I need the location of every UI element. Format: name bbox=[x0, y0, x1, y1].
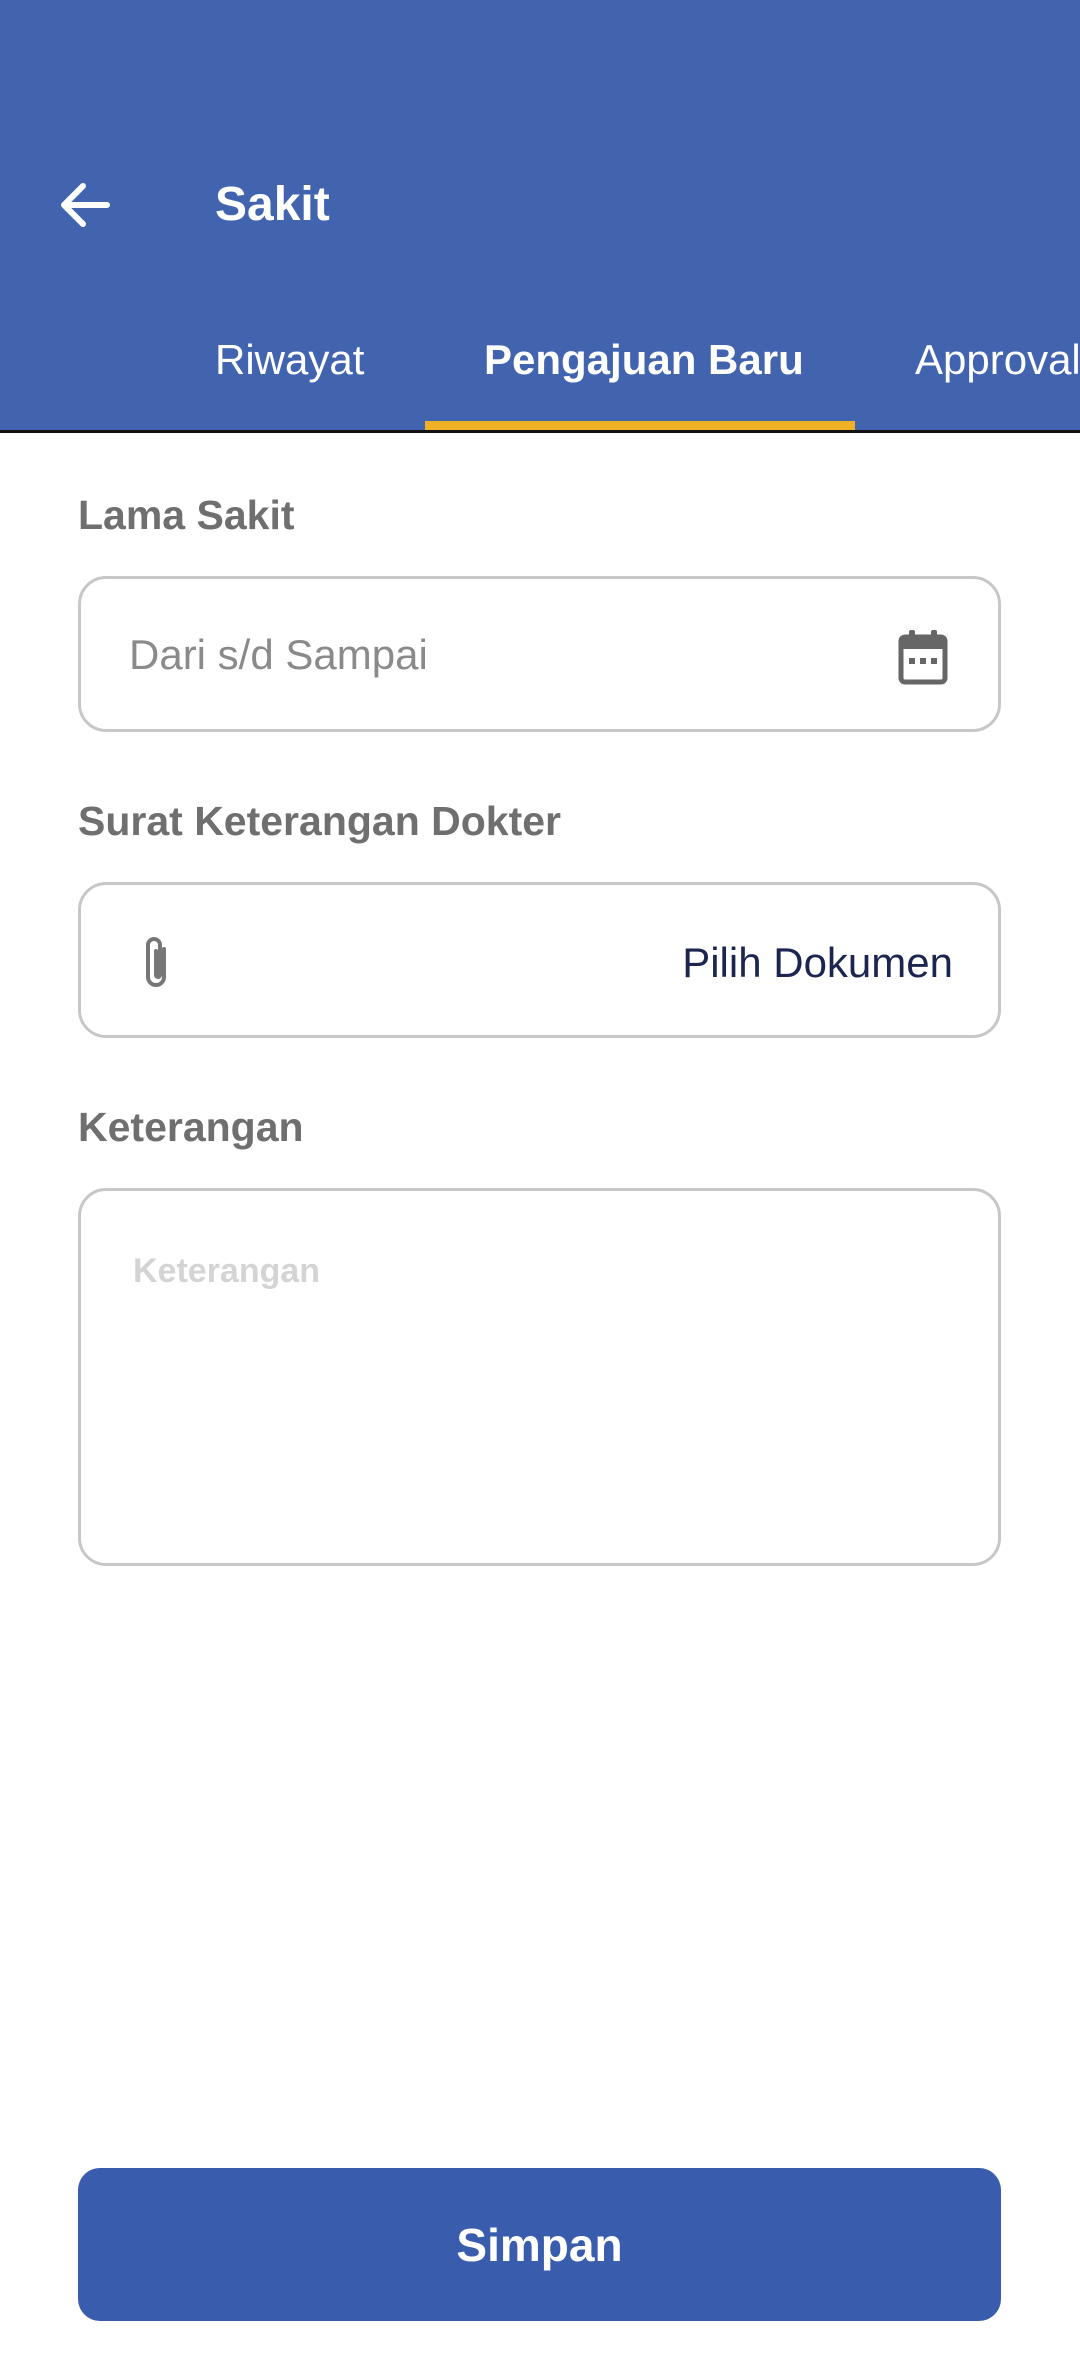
date-range-field[interactable]: Dari s/d Sampai bbox=[78, 576, 1001, 732]
keterangan-placeholder: Keterangan bbox=[133, 1252, 321, 1290]
tab-pengajuan-baru[interactable]: Pengajuan Baru bbox=[484, 320, 804, 430]
calendar-icon[interactable] bbox=[898, 629, 948, 685]
page-title: Sakit bbox=[215, 178, 330, 231]
document-picker-field[interactable]: Pilih Dokumen bbox=[78, 882, 1001, 1038]
tab-bar: Riwayat Pengajuan Baru Approval bbox=[0, 320, 1080, 430]
back-button[interactable] bbox=[50, 170, 120, 240]
tab-approval[interactable]: Approval bbox=[915, 320, 1080, 430]
app-bar: Sakit Riwayat Pengajuan Baru Approval bbox=[0, 0, 1080, 430]
arrow-left-icon bbox=[61, 183, 110, 227]
lama-sakit-label: Lama Sakit bbox=[78, 492, 295, 538]
pick-document-button[interactable]: Pilih Dokumen bbox=[682, 933, 953, 993]
save-button[interactable]: Simpan bbox=[78, 2168, 1001, 2321]
keterangan-textarea[interactable]: Keterangan bbox=[78, 1188, 1001, 1566]
active-tab-indicator bbox=[425, 421, 855, 430]
keterangan-label: Keterangan bbox=[78, 1104, 304, 1150]
paperclip-icon bbox=[146, 937, 166, 987]
date-range-placeholder: Dari s/d Sampai bbox=[129, 631, 428, 678]
tab-riwayat[interactable]: Riwayat bbox=[215, 320, 364, 430]
screen: Sakit Riwayat Pengajuan Baru Approval La… bbox=[0, 0, 1080, 2374]
surat-dokter-label: Surat Keterangan Dokter bbox=[78, 798, 562, 844]
divider bbox=[0, 430, 1080, 433]
